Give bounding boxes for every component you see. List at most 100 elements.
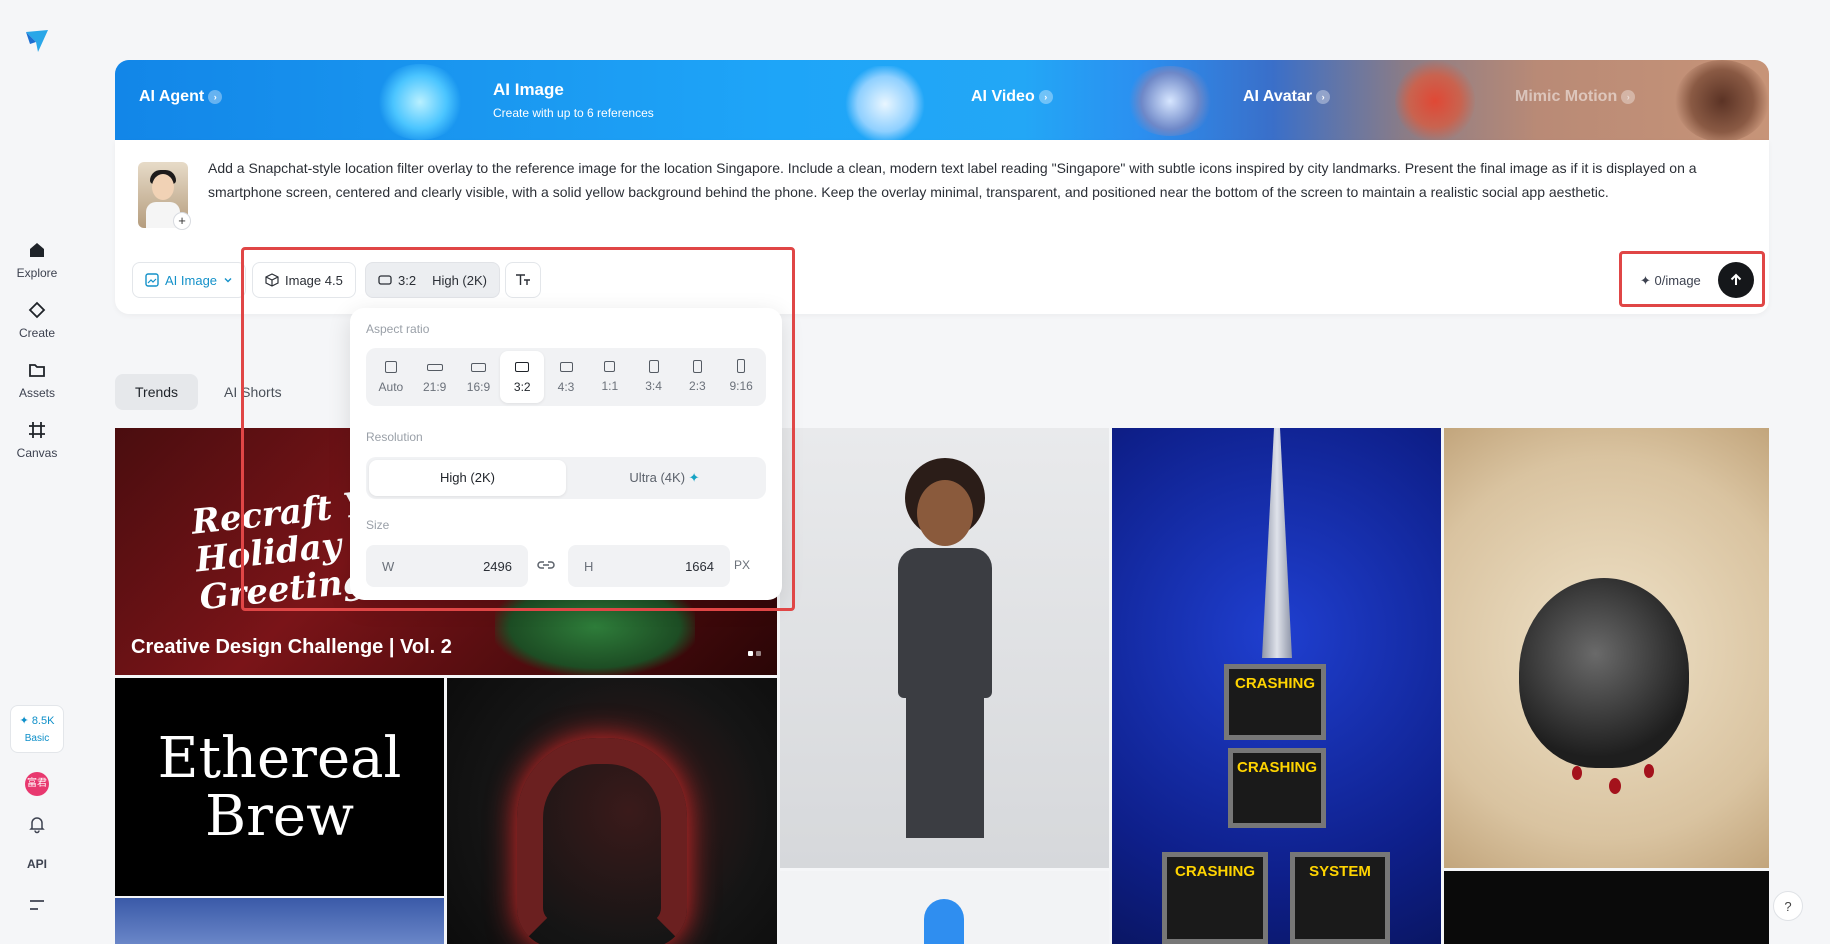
- tab-label: AI Image: [493, 80, 564, 99]
- ratio-auto-icon: [384, 361, 397, 373]
- canvas-icon: [29, 422, 45, 438]
- gallery-art: [1644, 764, 1654, 778]
- gallery-item[interactable]: [447, 678, 777, 944]
- sidebar-item-label: Explore: [16, 266, 58, 280]
- gallery-item[interactable]: [1444, 871, 1769, 944]
- tv-label: CRASHING: [1236, 759, 1317, 776]
- gallery-art: [1572, 766, 1582, 780]
- add-reference-button[interactable]: +: [173, 212, 191, 230]
- width-input[interactable]: W 2496: [366, 545, 528, 587]
- app-logo[interactable]: [24, 28, 50, 54]
- tab-mimic-motion[interactable]: Mimic Motion ›: [1515, 88, 1636, 106]
- size-label: Size: [366, 518, 390, 532]
- avatar[interactable]: 富君: [25, 772, 49, 796]
- tab-ai-avatar[interactable]: AI Avatar ›: [1243, 88, 1331, 106]
- banner-deco: [1395, 60, 1475, 142]
- ratio-label: 3:2: [513, 380, 531, 394]
- tab-ai-shorts[interactable]: AI Shorts: [204, 374, 302, 410]
- sidebar-item-create[interactable]: Create: [0, 300, 74, 340]
- ratio-label: 21:9: [422, 380, 447, 394]
- help-button[interactable]: ?: [1773, 891, 1803, 921]
- carousel-dots[interactable]: [745, 643, 761, 661]
- credits-badge[interactable]: ✦ 8.5K Basic: [10, 705, 64, 753]
- sidebar-item-explore[interactable]: Explore: [0, 240, 74, 280]
- gallery-art: [906, 698, 984, 838]
- chevron-down-icon: [224, 278, 232, 283]
- quality-label: High (2K): [432, 272, 487, 288]
- credits-value: 8.5K: [31, 715, 55, 727]
- resolution-selector: High (2K) Ultra (4K) ✦: [366, 457, 766, 499]
- tab-label: AI Avatar: [1243, 88, 1313, 105]
- gallery-art: [1609, 778, 1621, 794]
- tab-ai-image[interactable]: AI Image Create with up to 6 references: [493, 80, 654, 120]
- tab-subtitle: Create with up to 6 references: [493, 106, 654, 120]
- tab-trends[interactable]: Trends: [115, 374, 199, 410]
- sparkle-icon: ✦: [688, 470, 700, 485]
- gallery-item[interactable]: Ethereal Brew: [115, 678, 444, 896]
- mode-dropdown[interactable]: AI Image: [132, 262, 247, 298]
- ratio-option-3-2[interactable]: 3:2: [500, 351, 545, 403]
- ratio-option-auto[interactable]: Auto: [369, 351, 413, 403]
- tab-ai-agent[interactable]: AI Agent ›: [139, 88, 223, 106]
- gallery-art: [924, 899, 964, 944]
- prompt-textarea[interactable]: Add a Snapchat-style location filter ove…: [208, 156, 1756, 204]
- ratio-option-21-9[interactable]: 21:9: [413, 351, 457, 403]
- text-size-icon: [516, 274, 530, 285]
- chevron-right-icon: ›: [1038, 89, 1053, 104]
- ratio-option-4-3[interactable]: 4:3: [544, 351, 588, 403]
- menu-icon[interactable]: [28, 897, 46, 913]
- resolution-option-ultra[interactable]: Ultra (4K) ✦: [566, 460, 763, 496]
- chevron-right-icon: ›: [208, 89, 223, 104]
- api-link[interactable]: API: [0, 857, 74, 871]
- ratio-option-1-1[interactable]: 1:1: [588, 351, 632, 403]
- sidebar-item-assets[interactable]: Assets: [0, 360, 74, 400]
- ratio-icon: [378, 275, 392, 285]
- ratio-option-16-9[interactable]: 16:9: [457, 351, 501, 403]
- gallery-art: [1519, 578, 1689, 768]
- cube-icon: [265, 273, 279, 287]
- height-label: H: [584, 558, 594, 574]
- ratio-label: Auto: [378, 380, 404, 394]
- tab-label: AI Agent: [139, 88, 205, 105]
- sparkle-icon: ✦: [19, 715, 29, 727]
- sidebar-item-canvas[interactable]: Canvas: [0, 420, 74, 460]
- brew-line: Brew: [205, 784, 354, 849]
- featured-caption: Creative Design Challenge | Vol. 2: [131, 636, 452, 658]
- send-button[interactable]: [1718, 262, 1754, 298]
- banner-deco: [1675, 60, 1769, 142]
- ratio-label: 2:3: [689, 379, 706, 393]
- link-icon[interactable]: [536, 557, 556, 573]
- height-input[interactable]: H 1664: [568, 545, 730, 587]
- ratio-label: 3:2: [398, 272, 417, 288]
- resolution-option-high[interactable]: High (2K): [369, 460, 566, 496]
- ratio-shape-icon: [426, 364, 443, 371]
- gallery-art: [898, 548, 992, 698]
- ratio-shape-icon: [604, 361, 616, 372]
- ratio-shape-icon: [559, 362, 573, 372]
- ratio-label: 16:9: [466, 380, 491, 394]
- gallery-art: [1262, 428, 1292, 658]
- gallery-item[interactable]: CRASHING CRASHING CRASHING SYSTEM: [1112, 428, 1441, 944]
- tab-ai-video[interactable]: AI Video ›: [971, 88, 1053, 106]
- model-button[interactable]: Image 4.5: [252, 262, 356, 298]
- ratio-quality-button[interactable]: 3:2 High (2K): [365, 262, 500, 298]
- gallery-art: [917, 480, 973, 546]
- image-icon: [145, 273, 159, 287]
- gallery-item[interactable]: [115, 898, 444, 944]
- gallery-item[interactable]: [780, 871, 1109, 944]
- tv-label: CRASHING: [1234, 675, 1315, 692]
- gallery-art: [517, 738, 687, 944]
- ratio-label: 4:3: [557, 380, 575, 394]
- gallery-item[interactable]: [1444, 428, 1769, 868]
- ratio-option-2-3[interactable]: 2:3: [675, 351, 719, 403]
- sidebar-item-label: Canvas: [16, 446, 58, 460]
- text-style-button[interactable]: [505, 262, 541, 298]
- width-label: W: [382, 558, 395, 574]
- bell-icon[interactable]: [27, 814, 47, 834]
- gallery-item[interactable]: [780, 428, 1109, 868]
- resolution-label: Ultra (4K): [629, 470, 686, 485]
- ratio-option-3-4[interactable]: 3:4: [632, 351, 676, 403]
- ratio-option-9-16[interactable]: 9:16: [719, 351, 763, 403]
- chevron-right-icon: ›: [1621, 89, 1636, 104]
- ratio-label: 9:16: [729, 379, 753, 393]
